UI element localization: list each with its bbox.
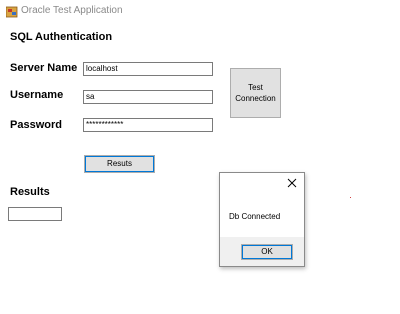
username-input[interactable]: sa	[83, 90, 213, 104]
server-name-label: Server Name	[10, 62, 78, 74]
message-dialog: Db Connected OK	[219, 172, 305, 267]
window-title: Oracle Test Application	[21, 5, 123, 16]
close-icon[interactable]	[286, 177, 298, 189]
results-button[interactable]: Resuts	[84, 155, 155, 173]
ok-button[interactable]: OK	[241, 244, 293, 260]
dialog-message: Db Connected	[229, 212, 281, 221]
stray-pixel	[350, 197, 351, 198]
section-title: SQL Authentication	[10, 31, 113, 43]
test-connection-label-line1: Test	[248, 83, 263, 92]
test-connection-button[interactable]: Test Connection	[230, 68, 281, 118]
password-input[interactable]: ************	[83, 118, 213, 132]
app-icon	[6, 6, 18, 18]
username-label: Username	[10, 89, 64, 101]
server-name-input[interactable]: localhost	[83, 62, 213, 76]
results-label: Results	[10, 186, 50, 198]
password-label: Password	[10, 119, 62, 131]
title-bar: Oracle Test Application	[0, 0, 400, 24]
test-connection-label-line2: Connection	[235, 94, 276, 103]
dialog-footer: OK	[220, 237, 304, 266]
results-output-field[interactable]	[8, 207, 62, 221]
